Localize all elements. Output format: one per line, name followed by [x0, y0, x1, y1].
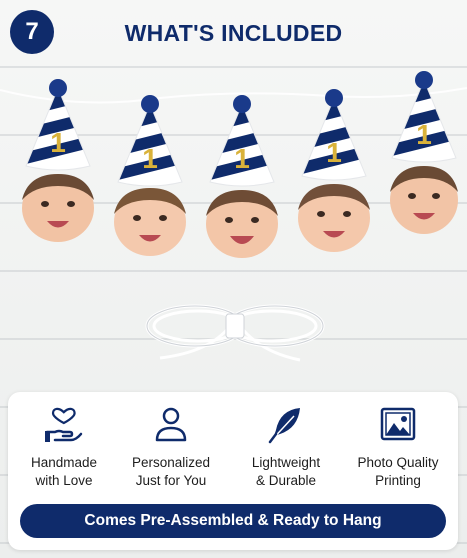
- person-icon: [155, 407, 187, 442]
- baby-face: [114, 188, 186, 256]
- garland-item-2: 1: [114, 95, 186, 256]
- page-title: WHAT'S INCLUDED: [124, 20, 343, 46]
- hat-number: 1: [50, 127, 66, 158]
- baby-face: [206, 190, 278, 258]
- baby-face: [390, 166, 458, 234]
- banner-text: Comes Pre-Assembled & Ready to Hang: [84, 512, 382, 529]
- baby-face: [22, 174, 94, 242]
- hand-heart-icon: [45, 407, 83, 442]
- feature-label: Personalized Just for You: [131, 455, 211, 488]
- twine-bundle: [145, 304, 325, 362]
- baby-face: [298, 184, 370, 252]
- feature-lightweight: Lightweight & Durable: [230, 404, 342, 490]
- garland: 1 1 1 1 1: [0, 71, 467, 258]
- party-hat: 1: [209, 95, 275, 187]
- ready-to-hang-banner: Comes Pre-Assembled & Ready to Hang: [20, 504, 446, 538]
- feature-label: Lightweight & Durable: [251, 455, 321, 488]
- garland-item-1: 1: [22, 79, 94, 242]
- feature-photo-quality: Photo Quality Printing: [342, 404, 454, 490]
- feature-handmade: Handmade with Love: [8, 404, 120, 490]
- garland-item-4: 1: [298, 89, 370, 252]
- garland-item-3: 1: [206, 95, 278, 258]
- hat-number: 1: [416, 119, 432, 150]
- party-hat: 1: [391, 71, 457, 163]
- party-hat: 1: [25, 79, 91, 171]
- features-card: Handmade with Love Personalized Just for…: [8, 392, 458, 550]
- feature-personalized: Personalized Just for You: [115, 404, 227, 490]
- hat-number: 1: [326, 137, 342, 168]
- feature-label: Photo Quality Printing: [357, 455, 439, 488]
- image-icon: [380, 407, 416, 441]
- hat-number: 1: [234, 143, 250, 174]
- party-hat: 1: [301, 89, 367, 181]
- party-hat: 1: [117, 95, 183, 187]
- hat-number: 1: [142, 143, 158, 174]
- feature-label: Handmade with Love: [30, 455, 98, 488]
- feather-icon: [268, 408, 300, 444]
